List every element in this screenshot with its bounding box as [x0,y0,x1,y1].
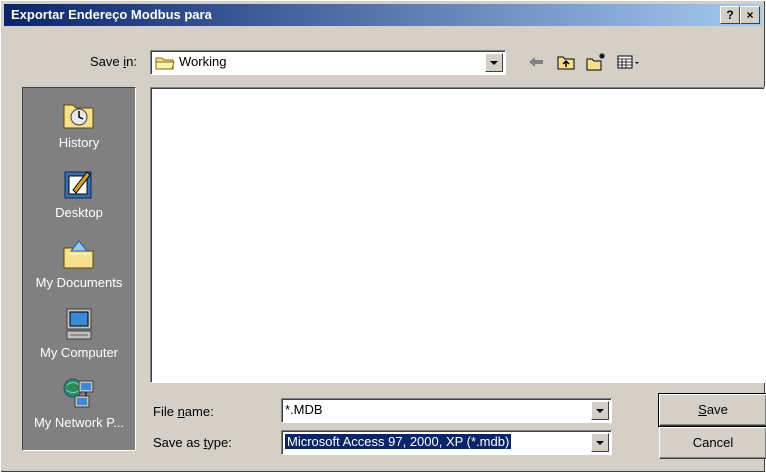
save-as-type-dropdown-arrow[interactable] [591,433,609,452]
history-icon [63,104,94,129]
new-folder-icon[interactable] [585,51,607,73]
my-network-places-icon [63,378,94,408]
help-button[interactable]: ? [720,6,740,24]
save-in-combo[interactable]: Working [150,50,506,75]
my-computer-icon [66,308,92,340]
save-in-dropdown-arrow[interactable] [485,53,503,72]
place-my-computer[interactable]: My Computer [23,302,135,372]
save-as-type-value: Microsoft Access 97, 2000, XP (*.mdb) [283,433,513,450]
folder-icon [155,57,175,70]
places-bar: History Desktop My Documents My Computer… [22,87,136,451]
place-history[interactable]: History [23,92,135,162]
file-name-dropdown-arrow[interactable] [591,401,609,420]
file-list[interactable] [150,87,765,383]
save-in-label: Save in: [90,54,137,69]
back-arrow-icon[interactable] [525,51,547,73]
file-name-input[interactable]: *.MDB [281,398,612,423]
place-desktop-label: Desktop [55,205,103,220]
place-my-documents-label: My Documents [35,275,123,290]
desktop-icon [64,171,92,199]
title-bar[interactable]: Exportar Endereço Modbus para ? × [4,4,762,26]
cancel-button[interactable]: Cancel [659,427,766,459]
place-my-network-places[interactable]: My Network P... [23,372,135,442]
close-button[interactable]: × [740,6,760,24]
place-my-computer-label: My Computer [39,345,119,360]
window-title: Exportar Endereço Modbus para [11,7,212,22]
up-folder-icon[interactable] [555,51,577,73]
place-my-network-places-label: My Network P... [33,415,125,430]
save-dialog: Exportar Endereço Modbus para ? × Save i… [0,0,766,473]
place-desktop[interactable]: Desktop [23,162,135,232]
place-my-documents[interactable]: My Documents [23,232,135,302]
save-as-type-label: Save as type: [153,435,232,450]
my-documents-icon [63,240,94,269]
save-as-type-select[interactable]: Microsoft Access 97, 2000, XP (*.mdb) [281,430,612,455]
file-name-value: *.MDB [285,402,323,417]
save-button[interactable]: Save [658,393,766,427]
view-menu-icon[interactable] [615,51,643,73]
place-history-label: History [58,135,100,150]
file-name-label: File name: [153,404,214,419]
save-in-value: Working [179,54,227,69]
